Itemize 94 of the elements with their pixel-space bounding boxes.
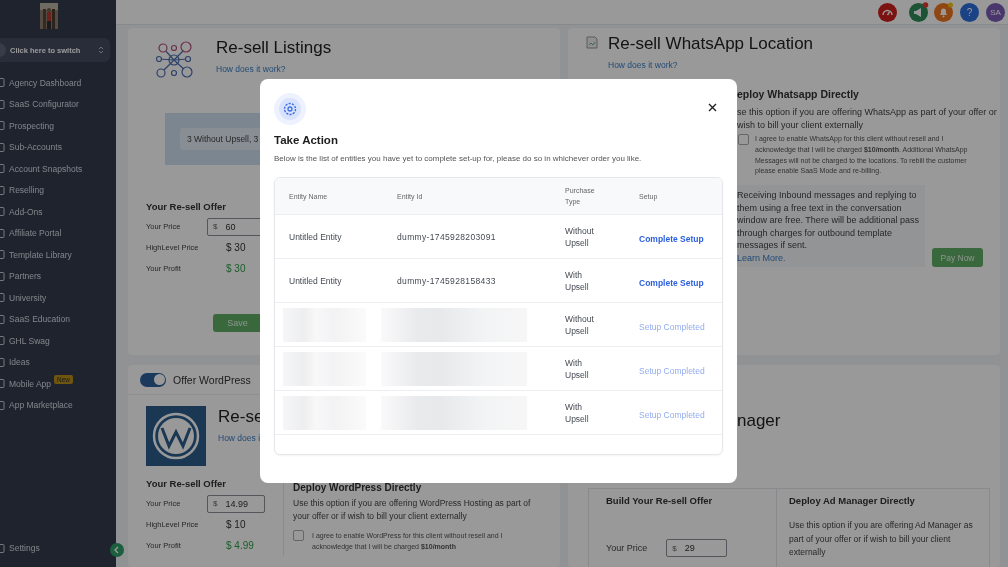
info-text: Receiving Inbound messages and replying to them using a free text in the conversation window are free. There will be additional pass through charges for outbound template messages if sent. [737,190,919,251]
setup-link[interactable]: Setup Completed [639,365,705,376]
section-heading: Your Re-sell Offer [146,478,228,489]
nav-item[interactable]: Agency Dashboard [0,72,82,94]
setup-link[interactable]: Setup Completed [639,321,705,332]
bell-icon[interactable] [934,2,954,22]
profit-value: $ 4.99 [226,540,255,551]
speedometer-icon[interactable] [878,2,897,22]
card-title: Re-sell Listings [216,38,332,58]
table-cell-text: Without Upsell [565,224,595,249]
nav-item[interactable]: Ideas [0,351,30,373]
setup-link[interactable]: Setup Completed [639,409,705,420]
nav-item[interactable]: GHL Swag [0,330,50,352]
setup-link[interactable]: Complete Setup [639,277,704,288]
chevron-icon [98,45,104,55]
card-title: nager [737,411,782,431]
nav-item[interactable]: Reselling [0,179,44,201]
price-value: $ 10 [226,519,247,530]
setup-link[interactable]: Complete Setup [639,233,704,244]
nav-icon [0,543,5,553]
network-icon [155,40,193,80]
nav-item[interactable]: App Marketplace [0,394,73,416]
description-text: Use this option if you are offering WordPress Hosting as part of your offer or if wish to bill your client externally [293,497,532,523]
toggle-label: Offer WordPress [173,373,251,386]
collapse-icon[interactable] [110,543,124,557]
nav-icon [0,357,5,367]
section-heading: Deploy Ad Manager Directly [789,495,916,506]
checkbox[interactable] [293,530,304,541]
section-heading: Deploy WordPress Directly [293,482,423,493]
table-cell-text: With Upsell [565,400,590,425]
field-label: Your Price [606,543,648,553]
nav-icon [0,207,5,217]
nav-item[interactable]: Mobile App [0,373,52,395]
nav-icon [0,271,5,281]
section-heading: Build Your Re-sell Offer [606,495,714,506]
nav-icon [0,185,5,195]
nav-item[interactable]: Partners [0,265,42,287]
megaphone-icon[interactable] [909,2,929,22]
nav-icon [0,121,5,131]
close-icon[interactable] [708,103,717,112]
nav-icon [0,400,5,410]
table-cell-text: dummy-1745928203091 [397,231,497,242]
nav-item[interactable]: Add-Ons [0,201,43,223]
help-button[interactable]: ? [960,2,979,22]
section-heading: Your Re-sell Offer [146,201,228,212]
currency-label: $ [213,499,218,508]
modal-title: Take Action [274,134,339,146]
avatar[interactable]: SA [986,2,1005,22]
settings-icon [274,93,306,125]
nav-item[interactable]: SaaS Education [0,308,70,330]
nav-item[interactable]: Prospecting [0,115,54,137]
description-text: wish to bill your client externally [737,119,865,132]
modal-description: Below is the list of entities you have yet to complete set-up for, please do so in whichever order you like. [274,154,643,163]
nav-item[interactable]: Sub-Accounts [0,136,62,158]
price-value: $ 30 [226,242,247,253]
help-link[interactable]: How does i [218,433,264,443]
currency-label: $ [672,543,677,553]
profit-value: $ 30 [226,263,247,274]
nav-icon [0,228,5,238]
description-text: Use this option if you are offering Ad Manager as part of your offer or if wish to bill your client externally [789,519,974,559]
broken-image-icon [586,36,598,49]
price-field[interactable]: $ 29 [666,539,728,557]
nav-icon [0,336,5,346]
wordpress-logo [146,406,206,466]
nav-item[interactable]: University [0,287,47,309]
description-text: se this option if you are offering WhatsApp as part of your offer or [737,106,995,119]
nav-item[interactable]: Template Library [0,244,72,266]
price-field[interactable]: $ 14.99 [207,494,265,513]
nav-icon [0,314,5,324]
nav-item[interactable]: Affiliate Portal [0,222,62,244]
nav-item[interactable]: Account Snapshots [0,158,83,180]
toggle-switch[interactable] [140,372,166,387]
table-cell-text: dummy-1745928158433 [397,275,497,286]
price-field[interactable]: $ 60 [207,217,262,236]
help-link[interactable]: How does it work? [608,60,814,70]
table-cell-text: With Upsell [565,356,590,381]
nav-icon [0,250,5,260]
nav-icon [0,379,5,389]
section-heading: eploy Whatsapp Directly [737,88,860,100]
table-cell-text: Untitled Entity [289,231,343,242]
nav-icon [0,78,5,88]
nav-icon [0,293,5,303]
currency-label: $ [213,222,218,231]
checkbox[interactable] [738,134,749,145]
learn-more-link[interactable]: Learn More. [737,251,925,265]
nav-item[interactable]: SaaS Configurator [0,93,79,115]
table-cell-text: Without Upsell [565,312,595,337]
card-title: Re-sell WhatsApp Location [608,34,814,54]
nav-icon [0,99,5,109]
table-cell-text: With Upsell [565,268,590,293]
table-cell-text: Untitled Entity [289,275,343,286]
nav-icon [0,142,5,152]
nav-icon [0,164,5,174]
help-link[interactable]: How does it work? [216,64,332,74]
